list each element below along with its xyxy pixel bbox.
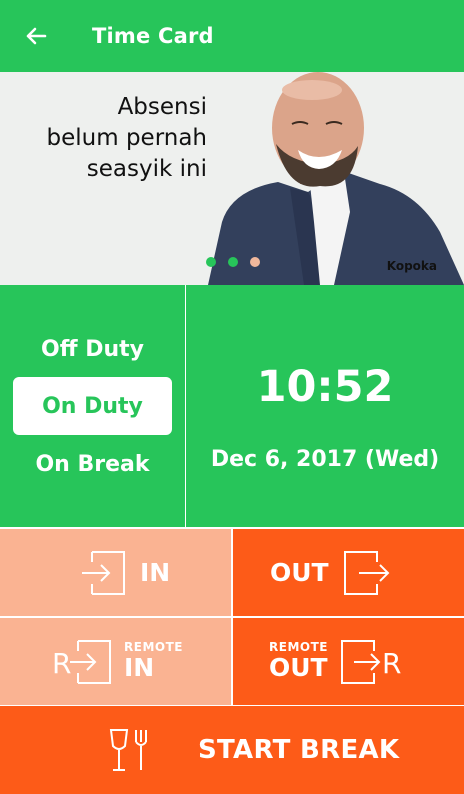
start-break-label: START BREAK <box>198 735 400 765</box>
remote-out-tag: REMOTE <box>269 640 328 654</box>
duty-status-panel: Off Duty On Duty On Break <box>0 285 185 527</box>
current-time: 10:52 <box>256 362 394 412</box>
status-on-duty[interactable]: On Duty <box>13 377 172 435</box>
glass-fork-icon <box>109 729 147 771</box>
carousel-dot[interactable] <box>250 257 260 267</box>
clock-in-button[interactable]: IN <box>0 529 231 616</box>
carousel-dots <box>206 257 260 267</box>
svg-text:R: R <box>52 647 71 680</box>
clock-out-button[interactable]: OUT <box>233 529 464 616</box>
clock-panel: 10:52 Dec 6, 2017 (Wed) <box>186 285 464 527</box>
promo-banner[interactable]: Absensi belum pernah seasyik ini Kopoka <box>0 72 464 285</box>
sign-out-icon <box>343 550 390 595</box>
remote-out-label: OUT <box>269 653 328 682</box>
status-on-break[interactable]: On Break <box>0 452 185 477</box>
start-break-button[interactable]: START BREAK <box>0 706 464 794</box>
banner-headline: Absensi belum pernah seasyik ini <box>47 92 207 185</box>
remote-clock-in-button[interactable]: R REMOTE IN <box>0 618 231 705</box>
status-off-duty[interactable]: Off Duty <box>0 337 185 362</box>
svg-text:R: R <box>382 647 401 680</box>
page-title: Time Card <box>92 24 214 48</box>
banner-line: seasyik ini <box>86 156 207 182</box>
brand-logo: Kopoka <box>386 259 437 273</box>
banner-line: Absensi <box>117 94 207 120</box>
clock-in-label: IN <box>140 558 171 587</box>
remote-in-label: IN <box>124 653 155 682</box>
remote-clock-out-button[interactable]: REMOTE OUT R <box>233 618 464 705</box>
carousel-dot[interactable] <box>206 257 216 267</box>
laughing-man-photo <box>208 72 464 285</box>
remote-in-tag: REMOTE <box>124 640 183 654</box>
back-button[interactable] <box>0 0 72 72</box>
clock-out-label: OUT <box>270 558 329 587</box>
remote-sign-out-icon: R <box>340 639 401 684</box>
current-date: Dec 6, 2017 (Wed) <box>210 447 440 472</box>
banner-line: belum pernah <box>46 125 207 151</box>
sign-in-icon <box>82 550 125 595</box>
carousel-dot[interactable] <box>228 257 238 267</box>
arrow-left-icon <box>26 27 47 45</box>
remote-sign-in-icon: R <box>52 639 111 684</box>
app-bar: Time Card <box>0 0 464 72</box>
